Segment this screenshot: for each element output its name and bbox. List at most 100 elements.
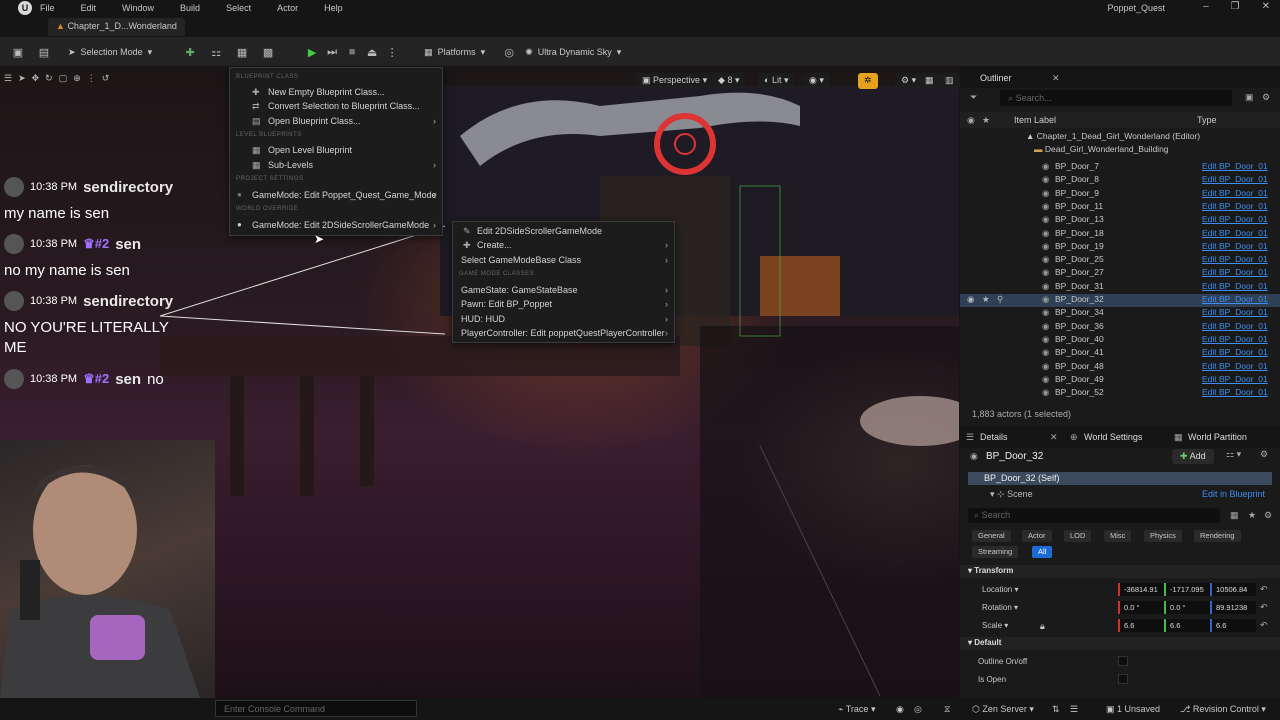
filter-all[interactable]: All xyxy=(1032,546,1053,558)
unsaved-button[interactable]: ▣ 1 Unsaved xyxy=(1106,704,1160,715)
column-type[interactable]: Type xyxy=(1197,115,1217,125)
filter-general[interactable]: General xyxy=(972,530,1011,542)
outliner-row[interactable]: ◉ BP_Door_40 Edit BP_Door_01 xyxy=(960,334,1280,347)
platforms-dropdown[interactable]: ▦ Platforms ▾ xyxy=(424,47,485,58)
visibility-icon[interactable]: ◉ xyxy=(967,294,974,305)
is-open-checkbox[interactable] xyxy=(1118,674,1128,684)
menu-file[interactable]: File xyxy=(40,3,55,13)
star-icon[interactable]: ★ xyxy=(982,294,990,305)
star-icon[interactable]: ★ xyxy=(1248,510,1256,521)
rotate-tool-icon[interactable]: ↻ xyxy=(45,73,53,84)
outliner-row-type-link[interactable]: Edit BP_Door_01 xyxy=(1202,188,1268,198)
outliner-row-type-link[interactable]: Edit BP_Door_01 xyxy=(1202,214,1268,224)
pin-icon[interactable]: ⚲ xyxy=(997,294,1003,305)
menu-select[interactable]: Select xyxy=(226,3,251,13)
lock-icon[interactable]: 🔒︎ xyxy=(1040,621,1045,632)
zen-server-dropdown[interactable]: ⬡ Zen Server ▾ xyxy=(972,704,1034,715)
menu-window[interactable]: Window xyxy=(122,3,154,13)
details-search-input[interactable]: ⌕ Search xyxy=(968,508,1220,523)
menu-item-sub-levels[interactable]: ▦ Sub-Levels › xyxy=(230,160,442,170)
outliner-row-type-link[interactable]: Edit BP_Door_01 xyxy=(1202,321,1268,331)
outliner-row-type-link[interactable]: Edit BP_Door_01 xyxy=(1202,361,1268,371)
default-section[interactable]: ▾ Default xyxy=(960,637,1280,650)
outliner-row-type-link[interactable]: Edit BP_Door_01 xyxy=(1202,161,1268,171)
cinematics-icon[interactable]: ▦ xyxy=(234,44,250,60)
tab-outliner[interactable]: Outliner xyxy=(960,73,1012,83)
outliner-row-type-link[interactable]: Edit BP_Door_01 xyxy=(1202,374,1268,384)
select-tool-icon[interactable]: ➤ xyxy=(18,73,26,84)
scale-dropdown[interactable]: Scale ▾ xyxy=(982,621,1008,630)
outliner-row[interactable]: ◉ BP_Door_48 Edit BP_Door_01 xyxy=(960,361,1280,374)
reset-icon[interactable]: ↶ xyxy=(1260,602,1268,613)
filter-actor[interactable]: Actor xyxy=(1022,530,1052,542)
menu-item-select-gamemodebase[interactable]: Select GameModeBase Class › xyxy=(453,255,674,265)
rotation-z-field[interactable]: 89.91238 xyxy=(1210,601,1256,614)
outliner-row[interactable]: ◉ BP_Door_8 Edit BP_Door_01 xyxy=(960,174,1280,187)
menu-item-pawn[interactable]: Pawn: Edit BP_Poppet › xyxy=(453,299,674,309)
outliner-row-type-link[interactable]: Edit BP_Door_01 xyxy=(1202,294,1268,304)
camera-icon[interactable]: ◎ xyxy=(914,704,922,715)
outliner-row-type-link[interactable]: Edit BP_Door_01 xyxy=(1202,347,1268,357)
unreal-logo-icon[interactable]: U xyxy=(18,1,32,15)
menu-item-gamemode-project[interactable]: ● GameMode: Edit Poppet_Quest_Game_Mode … xyxy=(230,190,442,200)
revision-control-button[interactable]: ⎇ Revision Control ▾ xyxy=(1180,704,1266,715)
gamepad-icon[interactable]: ◎ xyxy=(501,44,517,60)
location-y-field[interactable]: -1717.095 xyxy=(1164,583,1210,596)
move-tool-icon[interactable]: ✥ xyxy=(32,73,40,84)
filter-streaming[interactable]: Streaming xyxy=(972,546,1019,558)
outliner-row-type-link[interactable]: Edit BP_Door_01 xyxy=(1202,334,1268,344)
close-window-icon[interactable]: ✕ xyxy=(1262,1,1270,12)
outliner-row[interactable]: ◉ BP_Door_49 Edit BP_Door_01 xyxy=(960,374,1280,387)
scale-tool-icon[interactable]: ▢ xyxy=(59,73,68,84)
tab-details[interactable]: Details xyxy=(980,432,1008,442)
reset-icon[interactable]: ↶ xyxy=(1260,620,1268,631)
column-item-label[interactable]: Item Label xyxy=(1014,115,1056,125)
tab-world-partition[interactable]: World Partition xyxy=(1188,432,1247,442)
menu-item-gamemode-world-override[interactable]: ● GameMode: Edit 2DSideScrollerGameMode … xyxy=(230,220,442,230)
outliner-row[interactable]: ◉ BP_Door_41 Edit BP_Door_01 xyxy=(960,347,1280,360)
menu-item-new-empty-blueprint[interactable]: ✚ New Empty Blueprint Class... xyxy=(230,87,442,97)
tab-world-settings[interactable]: World Settings xyxy=(1084,432,1142,442)
notifications-icon[interactable]: ☰ xyxy=(1070,704,1078,715)
restore-icon[interactable]: ❐ xyxy=(1231,1,1240,12)
outliner-row-type-link[interactable]: Edit BP_Door_01 xyxy=(1202,387,1268,397)
outliner-root[interactable]: ▲ Chapter_1_Dead_Girl_Wonderland (Editor… xyxy=(1026,131,1200,141)
outliner-row-type-link[interactable]: Edit BP_Door_01 xyxy=(1202,307,1268,317)
scale-x-field[interactable]: 6.6 xyxy=(1118,619,1164,632)
menu-item-open-blueprint-class[interactable]: ▤ Open Blueprint Class... › xyxy=(230,116,442,126)
table-view-icon[interactable]: ▦ xyxy=(1230,510,1239,521)
maximize-button[interactable]: ▥ xyxy=(939,73,960,89)
outliner-row-type-link[interactable]: Edit BP_Door_01 xyxy=(1202,201,1268,211)
lit-button[interactable]: ◐ Lit ▾ xyxy=(758,73,795,89)
perspective-button[interactable]: ▣ Perspective ▾ xyxy=(636,73,714,89)
outliner-row[interactable]: ◉ BP_Door_25 Edit BP_Door_01 xyxy=(960,254,1280,267)
close-icon[interactable]: ✕ xyxy=(1052,73,1060,84)
outliner-row[interactable]: ◉ BP_Door_13 Edit BP_Door_01 xyxy=(960,214,1280,227)
outliner-row[interactable]: ◉ BP_Door_11 Edit BP_Door_01 xyxy=(960,201,1280,214)
derived-data-icon[interactable]: ⧖ xyxy=(944,704,950,715)
filter-misc[interactable]: Misc xyxy=(1104,530,1132,542)
add-actor-icon[interactable]: ✚ xyxy=(182,44,198,60)
show-button[interactable]: ◉ ▾ xyxy=(803,73,830,89)
sky-dropdown[interactable]: ✺ Ultra Dynamic Sky ▾ xyxy=(525,47,621,58)
outliner-row[interactable]: ◉ ★ ⚲ ◉ BP_Door_32 Edit BP_Door_01 xyxy=(960,294,1280,307)
content-browser-icon[interactable]: ▤ xyxy=(36,44,52,60)
more-options-icon[interactable]: ⋮ xyxy=(384,44,400,60)
menu-item-gamestate[interactable]: GameState: GameStateBase › xyxy=(453,285,674,295)
menu-item-open-level-blueprint[interactable]: ▦ Open Level Blueprint xyxy=(230,145,442,155)
menu-help[interactable]: Help xyxy=(324,3,343,13)
outliner-row[interactable]: ◉ BP_Door_7 Edit BP_Door_01 xyxy=(960,161,1280,174)
blueprint-options-icon[interactable]: ⚏ ▾ xyxy=(1226,449,1241,460)
outliner-search-input[interactable]: ⌕ Search... xyxy=(1000,90,1232,106)
outliner-row-type-link[interactable]: Edit BP_Door_01 xyxy=(1202,267,1268,277)
menu-edit[interactable]: Edit xyxy=(81,3,97,13)
surface-snap-icon[interactable]: ⋮ xyxy=(87,73,96,84)
outline-checkbox[interactable] xyxy=(1118,656,1128,666)
menu-build[interactable]: Build xyxy=(180,3,200,13)
component-self[interactable]: BP_Door_32 (Self) xyxy=(968,472,1272,485)
menu-actor[interactable]: Actor xyxy=(277,3,298,13)
world-space-icon[interactable]: ⊕ xyxy=(73,73,81,84)
realtime-toggle[interactable]: ✲ xyxy=(858,73,878,89)
selection-mode-dropdown[interactable]: ➤ Selection Mode ▾ xyxy=(68,47,152,58)
minimize-icon[interactable]: – xyxy=(1203,1,1209,12)
